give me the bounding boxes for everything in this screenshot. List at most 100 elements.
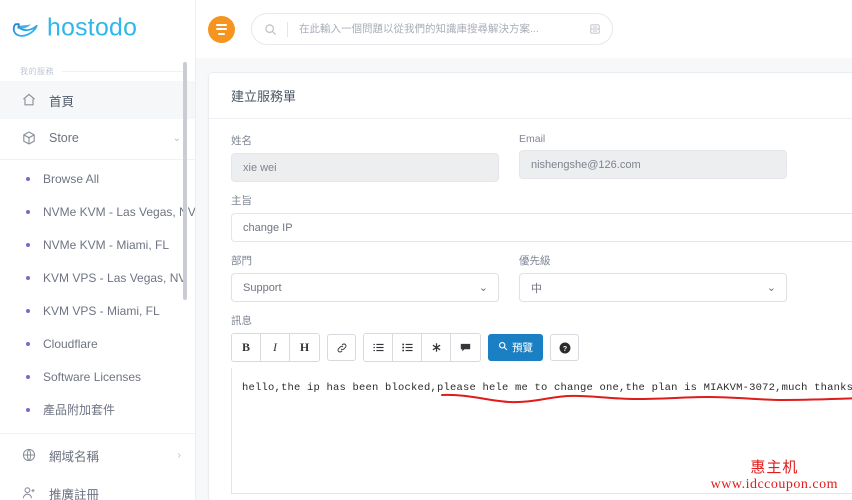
page-title: 建立服務單 xyxy=(231,89,297,104)
preview-button-label: 預覽 xyxy=(512,342,533,354)
department-selected-value: Support xyxy=(243,281,282,294)
bullet-icon xyxy=(26,308,30,313)
chevron-down-icon: ⌄ xyxy=(478,282,488,294)
quote-icon[interactable] xyxy=(451,334,480,361)
sidebar-subitem-label: KVM VPS - Las Vegas, NV xyxy=(43,270,187,285)
search-input[interactable] xyxy=(297,22,582,36)
hamburger-line xyxy=(218,32,225,35)
question-mark-icon[interactable]: ? xyxy=(550,334,579,361)
search-icon xyxy=(264,23,277,36)
sidebar-item-domains-label: 網域名稱 xyxy=(49,449,100,464)
subject-field-group: 主旨 change IP xyxy=(231,193,852,242)
sidebar-subitem-browse-all[interactable]: Browse All xyxy=(0,162,195,195)
search-bar[interactable] xyxy=(251,13,613,45)
department-field-group: 部門 Support ⌄ xyxy=(231,253,499,302)
department-priority-row: 部門 Support ⌄ 優先級 中 ⌄ xyxy=(231,253,852,313)
italic-button[interactable]: I xyxy=(261,334,290,361)
sidebar: hostodo 我的服務 首頁 Store ⌄ Browse All NVMe … xyxy=(0,0,196,500)
sidebar-item-domains[interactable]: 網域名稱 › xyxy=(0,436,195,474)
hamburger-line xyxy=(216,28,227,30)
create-ticket-card: 建立服務單 姓名 xie wei Email nishengshe@126.co… xyxy=(208,72,852,500)
sidebar-scrollbar[interactable] xyxy=(183,62,187,300)
priority-selected-value: 中 xyxy=(531,282,542,295)
name-field-group: 姓名 xie wei xyxy=(231,133,499,182)
sidebar-subitem-cloudflare[interactable]: Cloudflare xyxy=(0,327,195,360)
sidebar-subitem-product-addons[interactable]: 產品附加套件 xyxy=(0,393,195,426)
name-email-row: 姓名 xie wei Email nishengshe@126.com xyxy=(231,133,852,193)
email-input[interactable]: nishengshe@126.com xyxy=(519,150,787,179)
priority-select[interactable]: 中 ⌄ xyxy=(519,273,787,302)
brand-name: hostodo xyxy=(47,12,183,46)
sidebar-item-home-label: 首頁 xyxy=(49,94,75,109)
message-textarea-content: hello,the ip has been blocked,please hel… xyxy=(242,382,852,394)
chevron-down-icon: ⌄ xyxy=(766,282,776,294)
message-label: 訊息 xyxy=(231,315,252,327)
sidebar-item-store[interactable]: Store ⌄ xyxy=(0,119,195,157)
sidebar-subitem-label: Cloudflare xyxy=(43,336,98,351)
bullet-icon xyxy=(26,275,30,280)
unordered-list-icon[interactable] xyxy=(393,334,422,361)
sidebar-divider xyxy=(0,433,195,434)
department-label: 部門 xyxy=(231,255,252,267)
sidebar-item-affiliates-label: 推廣註冊 xyxy=(49,487,100,500)
app-root: hostodo 我的服務 首頁 Store ⌄ Browse All NVMe … xyxy=(0,0,852,500)
sidebar-subitem-label: Browse All xyxy=(43,171,100,186)
message-editor[interactable]: hello,the ip has been blocked,please hel… xyxy=(231,368,852,494)
sidebar-subitem-nvme-kvm-las-vegas[interactable]: NVMe KVM - Las Vegas, NV xyxy=(0,195,195,228)
email-label: Email xyxy=(519,133,546,145)
bullet-icon xyxy=(26,209,30,214)
sidebar-subitem-label: KVM VPS - Miami, FL xyxy=(43,303,160,318)
priority-field-group: 優先級 中 ⌄ xyxy=(519,253,787,302)
sidebar-divider xyxy=(0,159,195,160)
svg-text:?: ? xyxy=(562,345,566,352)
sidebar-subitem-label: Software Licenses xyxy=(43,369,142,384)
bullet-icon xyxy=(26,242,30,247)
department-select[interactable]: Support ⌄ xyxy=(231,273,499,302)
section-divider xyxy=(62,71,185,72)
sidebar-subitem-label: NVMe KVM - Miami, FL xyxy=(43,237,170,252)
sidebar-subitem-software-licenses[interactable]: Software Licenses xyxy=(0,360,195,393)
brand-logo[interactable]: hostodo xyxy=(0,0,195,58)
name-input[interactable]: xie wei xyxy=(231,153,499,182)
list-group xyxy=(363,333,481,362)
bullet-icon xyxy=(26,374,30,379)
svg-text:hostodo: hostodo xyxy=(47,14,137,41)
bold-button[interactable]: B xyxy=(232,334,261,361)
card-header: 建立服務單 xyxy=(209,73,852,119)
user-plus-icon xyxy=(20,485,37,500)
topbar xyxy=(196,0,852,58)
sidebar-item-affiliates[interactable]: 推廣註冊 xyxy=(0,474,195,500)
home-icon xyxy=(20,92,37,109)
sidebar-section-label: 我的服務 xyxy=(0,58,195,81)
ordered-list-icon[interactable] xyxy=(364,334,393,361)
bullet-icon xyxy=(26,341,30,346)
search-divider xyxy=(287,21,288,37)
message-field-group: 訊息 B I H 預覽 ? hello,the ip has been bloc… xyxy=(231,313,852,494)
asterisk-icon[interactable] xyxy=(422,334,451,361)
sidebar-subitem-nvme-kvm-miami[interactable]: NVMe KVM - Miami, FL xyxy=(0,228,195,261)
sidebar-subitem-label: 產品附加套件 xyxy=(43,403,116,417)
link-icon[interactable] xyxy=(327,334,356,361)
subject-input[interactable]: change IP xyxy=(231,213,852,242)
sidebar-subitem-label: NVMe KVM - Las Vegas, NV xyxy=(43,204,196,219)
box-icon xyxy=(20,130,37,147)
subject-label: 主旨 xyxy=(231,195,252,207)
hamburger-icon[interactable] xyxy=(208,15,235,43)
keyboard-icon[interactable] xyxy=(582,22,602,36)
email-field-group: Email nishengshe@126.com xyxy=(519,133,787,182)
sidebar-item-home[interactable]: 首頁 xyxy=(0,81,195,119)
bullet-icon xyxy=(26,407,30,412)
chevron-right-icon: › xyxy=(177,449,181,461)
sidebar-subitem-kvm-vps-miami[interactable]: KVM VPS - Miami, FL xyxy=(0,294,195,327)
search-icon xyxy=(498,341,508,354)
main-content: 建立服務單 姓名 xie wei Email nishengshe@126.co… xyxy=(196,0,852,500)
name-label: 姓名 xyxy=(231,135,252,147)
priority-label: 優先級 xyxy=(519,255,551,267)
sidebar-subitem-kvm-vps-las-vegas[interactable]: KVM VPS - Las Vegas, NV xyxy=(0,261,195,294)
preview-button[interactable]: 預覽 xyxy=(488,334,543,361)
chevron-down-icon: ⌄ xyxy=(172,132,181,144)
hamburger-line xyxy=(216,23,227,26)
hostodo-bird-logo-icon xyxy=(10,16,44,42)
heading-button[interactable]: H xyxy=(290,334,319,361)
bullet-icon xyxy=(26,176,30,181)
